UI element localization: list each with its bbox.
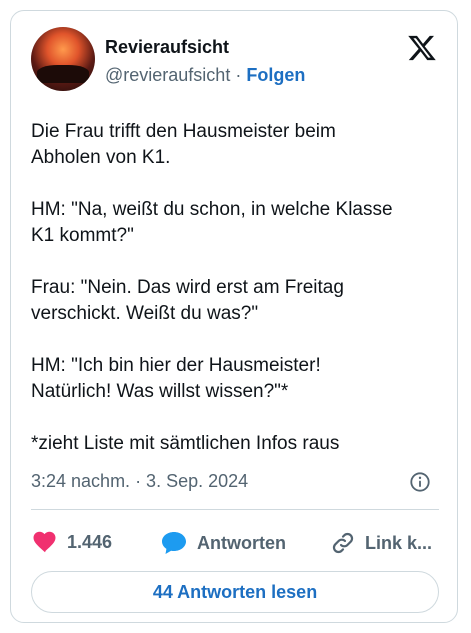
- reply-label: Antworten: [197, 532, 286, 553]
- x-logo-icon[interactable]: [407, 33, 437, 63]
- author-name[interactable]: Revieraufsicht: [105, 37, 229, 58]
- handle-separator: ·: [230, 65, 247, 85]
- info-icon[interactable]: [409, 471, 431, 493]
- heart-icon: [33, 531, 56, 553]
- author-handle[interactable]: @revieraufsicht: [105, 65, 230, 85]
- reply-button[interactable]: Antworten: [161, 531, 286, 555]
- speech-bubble-icon: [162, 532, 186, 554]
- like-button[interactable]: 1.446: [33, 531, 112, 553]
- tweet-text: Die Frau trifft den Hausmeister beim Abh…: [31, 121, 393, 454]
- divider: [31, 509, 439, 510]
- tweet-card: Revieraufsicht @revieraufsicht · Folgen …: [10, 10, 458, 623]
- follow-button[interactable]: Folgen: [246, 65, 305, 85]
- copy-link-button[interactable]: Link k...: [331, 531, 432, 555]
- avatar[interactable]: [31, 27, 95, 91]
- copy-link-label: Link k...: [365, 532, 433, 553]
- chain-link-icon: [332, 532, 354, 554]
- read-replies-button[interactable]: 44 Antworten lesen: [31, 571, 439, 613]
- like-count: 1.446: [67, 531, 113, 552]
- author-handle-line: @revieraufsicht · Folgen: [105, 65, 305, 86]
- tweet-timestamp[interactable]: 3:24 nachm. · 3. Sep. 2024: [31, 471, 248, 492]
